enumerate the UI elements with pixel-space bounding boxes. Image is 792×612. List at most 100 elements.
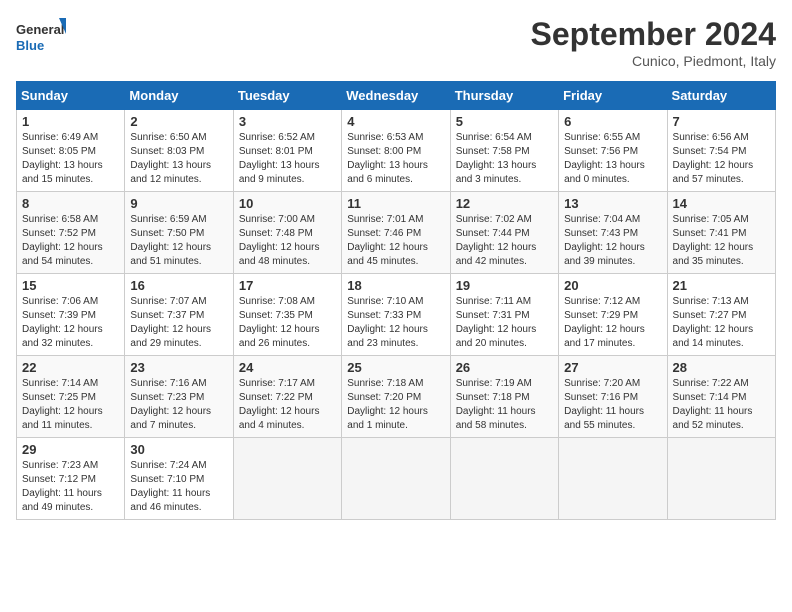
cell-info: Sunrise: 7:22 AMSunset: 7:14 PMDaylight:… xyxy=(673,377,770,433)
cell-info: Sunrise: 6:53 AMSunset: 8:00 PMDaylight:… xyxy=(347,131,444,187)
table-row xyxy=(667,438,775,520)
day-number: 12 xyxy=(456,196,553,211)
table-row: 19 Sunrise: 7:11 AMSunset: 7:31 PMDaylig… xyxy=(450,274,558,356)
cell-info: Sunrise: 7:05 AMSunset: 7:41 PMDaylight:… xyxy=(673,213,770,269)
cell-info: Sunrise: 7:14 AMSunset: 7:25 PMDaylight:… xyxy=(22,377,119,433)
day-number: 23 xyxy=(130,360,227,375)
logo-svg: General Blue xyxy=(16,16,66,56)
cell-info: Sunrise: 6:49 AMSunset: 8:05 PMDaylight:… xyxy=(22,131,119,187)
calendar-table: Sunday Monday Tuesday Wednesday Thursday… xyxy=(16,81,776,520)
cell-info: Sunrise: 7:10 AMSunset: 7:33 PMDaylight:… xyxy=(347,295,444,351)
table-row: 9 Sunrise: 6:59 AMSunset: 7:50 PMDayligh… xyxy=(125,192,233,274)
calendar-week-row: 29 Sunrise: 7:23 AMSunset: 7:12 PMDaylig… xyxy=(17,438,776,520)
table-row: 13 Sunrise: 7:04 AMSunset: 7:43 PMDaylig… xyxy=(559,192,667,274)
header-thursday: Thursday xyxy=(450,82,558,110)
day-number: 8 xyxy=(22,196,119,211)
calendar-week-row: 22 Sunrise: 7:14 AMSunset: 7:25 PMDaylig… xyxy=(17,356,776,438)
day-number: 13 xyxy=(564,196,661,211)
cell-info: Sunrise: 7:01 AMSunset: 7:46 PMDaylight:… xyxy=(347,213,444,269)
table-row: 28 Sunrise: 7:22 AMSunset: 7:14 PMDaylig… xyxy=(667,356,775,438)
day-number: 10 xyxy=(239,196,336,211)
day-number: 28 xyxy=(673,360,770,375)
table-row: 30 Sunrise: 7:24 AMSunset: 7:10 PMDaylig… xyxy=(125,438,233,520)
table-row: 29 Sunrise: 7:23 AMSunset: 7:12 PMDaylig… xyxy=(17,438,125,520)
cell-info: Sunrise: 6:56 AMSunset: 7:54 PMDaylight:… xyxy=(673,131,770,187)
table-row: 7 Sunrise: 6:56 AMSunset: 7:54 PMDayligh… xyxy=(667,110,775,192)
day-number: 22 xyxy=(22,360,119,375)
table-row: 8 Sunrise: 6:58 AMSunset: 7:52 PMDayligh… xyxy=(17,192,125,274)
table-row: 1 Sunrise: 6:49 AMSunset: 8:05 PMDayligh… xyxy=(17,110,125,192)
day-number: 11 xyxy=(347,196,444,211)
day-number: 24 xyxy=(239,360,336,375)
table-row xyxy=(450,438,558,520)
day-number: 16 xyxy=(130,278,227,293)
day-number: 3 xyxy=(239,114,336,129)
cell-info: Sunrise: 6:54 AMSunset: 7:58 PMDaylight:… xyxy=(456,131,553,187)
table-row: 25 Sunrise: 7:18 AMSunset: 7:20 PMDaylig… xyxy=(342,356,450,438)
header-wednesday: Wednesday xyxy=(342,82,450,110)
table-row: 10 Sunrise: 7:00 AMSunset: 7:48 PMDaylig… xyxy=(233,192,341,274)
day-number: 4 xyxy=(347,114,444,129)
cell-info: Sunrise: 7:11 AMSunset: 7:31 PMDaylight:… xyxy=(456,295,553,351)
day-number: 1 xyxy=(22,114,119,129)
table-row: 15 Sunrise: 7:06 AMSunset: 7:39 PMDaylig… xyxy=(17,274,125,356)
calendar-week-row: 8 Sunrise: 6:58 AMSunset: 7:52 PMDayligh… xyxy=(17,192,776,274)
cell-info: Sunrise: 7:24 AMSunset: 7:10 PMDaylight:… xyxy=(130,459,227,515)
cell-info: Sunrise: 7:23 AMSunset: 7:12 PMDaylight:… xyxy=(22,459,119,515)
calendar-week-row: 1 Sunrise: 6:49 AMSunset: 8:05 PMDayligh… xyxy=(17,110,776,192)
cell-info: Sunrise: 6:50 AMSunset: 8:03 PMDaylight:… xyxy=(130,131,227,187)
svg-text:General: General xyxy=(16,22,64,37)
table-row: 24 Sunrise: 7:17 AMSunset: 7:22 PMDaylig… xyxy=(233,356,341,438)
table-row: 12 Sunrise: 7:02 AMSunset: 7:44 PMDaylig… xyxy=(450,192,558,274)
day-number: 25 xyxy=(347,360,444,375)
table-row xyxy=(559,438,667,520)
logo: General Blue xyxy=(16,16,66,56)
day-number: 21 xyxy=(673,278,770,293)
calendar-week-row: 15 Sunrise: 7:06 AMSunset: 7:39 PMDaylig… xyxy=(17,274,776,356)
cell-info: Sunrise: 7:07 AMSunset: 7:37 PMDaylight:… xyxy=(130,295,227,351)
table-row: 4 Sunrise: 6:53 AMSunset: 8:00 PMDayligh… xyxy=(342,110,450,192)
day-number: 19 xyxy=(456,278,553,293)
table-row: 22 Sunrise: 7:14 AMSunset: 7:25 PMDaylig… xyxy=(17,356,125,438)
day-number: 29 xyxy=(22,442,119,457)
location-subtitle: Cunico, Piedmont, Italy xyxy=(531,53,776,69)
calendar-header-row: Sunday Monday Tuesday Wednesday Thursday… xyxy=(17,82,776,110)
cell-info: Sunrise: 7:12 AMSunset: 7:29 PMDaylight:… xyxy=(564,295,661,351)
table-row: 2 Sunrise: 6:50 AMSunset: 8:03 PMDayligh… xyxy=(125,110,233,192)
day-number: 2 xyxy=(130,114,227,129)
day-number: 9 xyxy=(130,196,227,211)
table-row: 16 Sunrise: 7:07 AMSunset: 7:37 PMDaylig… xyxy=(125,274,233,356)
cell-info: Sunrise: 7:20 AMSunset: 7:16 PMDaylight:… xyxy=(564,377,661,433)
header-monday: Monday xyxy=(125,82,233,110)
title-block: September 2024 Cunico, Piedmont, Italy xyxy=(531,16,776,69)
table-row: 18 Sunrise: 7:10 AMSunset: 7:33 PMDaylig… xyxy=(342,274,450,356)
header-tuesday: Tuesday xyxy=(233,82,341,110)
page-header: General Blue September 2024 Cunico, Pied… xyxy=(16,16,776,69)
day-number: 15 xyxy=(22,278,119,293)
header-saturday: Saturday xyxy=(667,82,775,110)
day-number: 5 xyxy=(456,114,553,129)
day-number: 14 xyxy=(673,196,770,211)
day-number: 26 xyxy=(456,360,553,375)
table-row: 3 Sunrise: 6:52 AMSunset: 8:01 PMDayligh… xyxy=(233,110,341,192)
table-row: 27 Sunrise: 7:20 AMSunset: 7:16 PMDaylig… xyxy=(559,356,667,438)
table-row: 6 Sunrise: 6:55 AMSunset: 7:56 PMDayligh… xyxy=(559,110,667,192)
table-row xyxy=(233,438,341,520)
header-friday: Friday xyxy=(559,82,667,110)
cell-info: Sunrise: 7:08 AMSunset: 7:35 PMDaylight:… xyxy=(239,295,336,351)
table-row: 5 Sunrise: 6:54 AMSunset: 7:58 PMDayligh… xyxy=(450,110,558,192)
cell-info: Sunrise: 7:17 AMSunset: 7:22 PMDaylight:… xyxy=(239,377,336,433)
day-number: 18 xyxy=(347,278,444,293)
header-sunday: Sunday xyxy=(17,82,125,110)
cell-info: Sunrise: 7:02 AMSunset: 7:44 PMDaylight:… xyxy=(456,213,553,269)
month-title: September 2024 xyxy=(531,16,776,53)
svg-text:Blue: Blue xyxy=(16,38,44,53)
table-row: 26 Sunrise: 7:19 AMSunset: 7:18 PMDaylig… xyxy=(450,356,558,438)
table-row: 21 Sunrise: 7:13 AMSunset: 7:27 PMDaylig… xyxy=(667,274,775,356)
day-number: 27 xyxy=(564,360,661,375)
table-row: 14 Sunrise: 7:05 AMSunset: 7:41 PMDaylig… xyxy=(667,192,775,274)
table-row: 23 Sunrise: 7:16 AMSunset: 7:23 PMDaylig… xyxy=(125,356,233,438)
table-row xyxy=(342,438,450,520)
day-number: 30 xyxy=(130,442,227,457)
table-row: 17 Sunrise: 7:08 AMSunset: 7:35 PMDaylig… xyxy=(233,274,341,356)
